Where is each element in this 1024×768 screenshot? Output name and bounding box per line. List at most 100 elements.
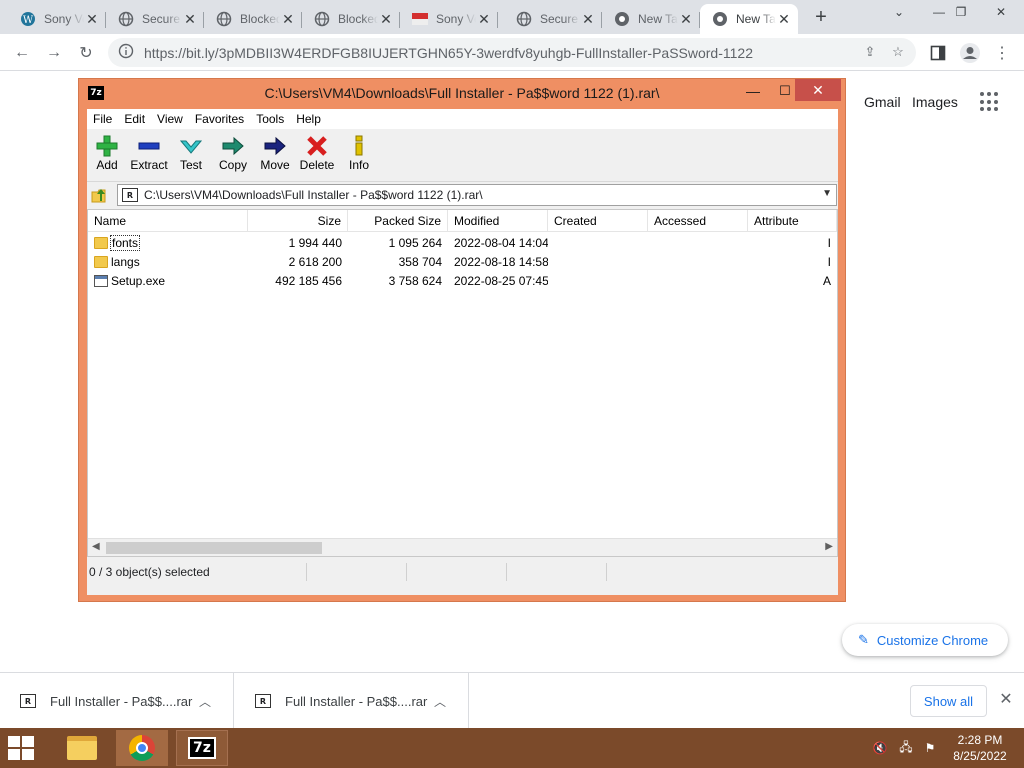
- column-header-modified[interactable]: Modified: [448, 210, 548, 232]
- copy-arrow-icon: [222, 134, 244, 158]
- file-name: langs: [111, 255, 140, 269]
- tab-3[interactable]: Blocked ✕: [204, 4, 302, 34]
- info-circle-icon[interactable]: [118, 43, 134, 62]
- close-icon[interactable]: ✕: [776, 11, 792, 27]
- images-link[interactable]: Images: [912, 94, 958, 110]
- column-header-attributes[interactable]: Attribute: [748, 210, 837, 232]
- close-icon[interactable]: ✕: [678, 11, 694, 27]
- list-item[interactable]: fonts 1 994 440 1 095 264 2022-08-04 14:…: [88, 234, 837, 253]
- scroll-left-icon[interactable]: ◀: [92, 541, 100, 552]
- menu-help[interactable]: Help: [296, 112, 321, 126]
- move-arrow-icon: [264, 134, 286, 158]
- taskbar: 7z 🔇 🖧 ⚑ 2:28 PM 8/25/2022: [0, 728, 1024, 768]
- add-button[interactable]: Add: [85, 134, 129, 178]
- network-icon[interactable]: 🖧: [898, 740, 914, 756]
- column-header-name[interactable]: Name: [88, 210, 248, 232]
- plus-icon: [96, 134, 118, 158]
- close-icon[interactable]: ✕: [378, 11, 394, 27]
- rar-archive-icon: R: [255, 694, 271, 708]
- close-icon[interactable]: ✕: [280, 11, 296, 27]
- google-apps-icon[interactable]: [980, 92, 1000, 112]
- info-button[interactable]: Info: [337, 134, 381, 178]
- download-item[interactable]: R Full Installer - Pa$$....rar ︿: [235, 673, 469, 729]
- scroll-right-icon[interactable]: ▶: [825, 541, 833, 552]
- move-label: Move: [260, 158, 290, 172]
- minimize-icon[interactable]: —: [741, 83, 765, 99]
- tab-2[interactable]: Secure Download ✕: [106, 4, 204, 34]
- close-icon[interactable]: ✕: [476, 11, 492, 27]
- tab-label: Secure Download: [540, 12, 580, 26]
- profile-avatar-icon[interactable]: [956, 39, 984, 67]
- reload-icon[interactable]: ↻: [72, 39, 100, 67]
- close-window-icon[interactable]: ✕: [984, 0, 1018, 24]
- column-header-packed-size[interactable]: Packed Size: [348, 210, 448, 232]
- file-attributes: I: [827, 255, 831, 269]
- side-panel-icon[interactable]: [924, 39, 952, 67]
- close-icon[interactable]: ✕: [996, 689, 1016, 709]
- folder-up-icon[interactable]: [91, 186, 109, 204]
- chrome-taskbar-icon[interactable]: [116, 730, 168, 766]
- show-all-button[interactable]: Show all: [910, 685, 987, 717]
- menu-tools[interactable]: Tools: [256, 112, 284, 126]
- menu-file[interactable]: File: [93, 112, 112, 126]
- menu-edit[interactable]: Edit: [124, 112, 145, 126]
- maximize-icon[interactable]: ☐: [773, 83, 797, 99]
- speaker-muted-icon[interactable]: 🔇: [872, 740, 888, 756]
- close-icon[interactable]: ✕: [795, 79, 841, 101]
- tab-8-active[interactable]: New Tab ✕: [700, 4, 798, 34]
- new-tab-button[interactable]: +: [810, 6, 832, 28]
- tab-label: Blocked: [240, 12, 280, 26]
- back-arrow-icon[interactable]: ←: [8, 39, 36, 67]
- extract-button[interactable]: Extract: [127, 134, 171, 178]
- tab-6[interactable]: Secure Download ✕: [504, 4, 602, 34]
- chevron-down-icon[interactable]: ▼: [822, 188, 832, 199]
- list-item[interactable]: Setup.exe 492 185 456 3 758 624 2022-08-…: [88, 272, 837, 291]
- column-header-created[interactable]: Created: [548, 210, 648, 232]
- download-item[interactable]: R Full Installer - Pa$$....rar ︿: [0, 673, 234, 729]
- chevron-up-icon[interactable]: ︿: [199, 693, 219, 710]
- close-icon[interactable]: ✕: [84, 11, 100, 27]
- 7zip-title-bar[interactable]: 7z C:\Users\VM4\Downloads\Full Installer…: [79, 79, 845, 107]
- tab-5[interactable]: Sony Vegas ✕: [400, 4, 498, 34]
- window-title: C:\Users\VM4\Downloads\Full Installer - …: [264, 85, 660, 101]
- column-header-size[interactable]: Size: [248, 210, 348, 232]
- action-center-flag-icon[interactable]: ⚑: [922, 740, 938, 756]
- 7zip-address-bar: R C:\Users\VM4\Downloads\Full Installer …: [87, 183, 838, 207]
- menu-bar: File Edit View Favorites Tools Help: [87, 109, 838, 129]
- windows-start-icon[interactable]: [8, 736, 38, 760]
- path-combobox[interactable]: R C:\Users\VM4\Downloads\Full Installer …: [117, 184, 837, 206]
- scrollbar-thumb[interactable]: [106, 542, 322, 554]
- tab-1[interactable]: W Sony Vegas Pro ✕: [8, 4, 106, 34]
- file-modified: 2022-08-18 14:58: [454, 255, 548, 269]
- restore-icon[interactable]: ❐: [944, 0, 978, 24]
- copy-button[interactable]: Copy: [211, 134, 255, 178]
- customize-label: Customize Chrome: [876, 632, 989, 648]
- star-icon[interactable]: ☆: [886, 40, 910, 64]
- tab-label: New Tab: [736, 12, 776, 26]
- list-item[interactable]: langs 2 618 200 358 704 2022-08-18 14:58…: [88, 253, 837, 272]
- share-icon[interactable]: ⇪: [858, 40, 882, 64]
- move-button[interactable]: Move: [253, 134, 297, 178]
- close-icon[interactable]: ✕: [182, 11, 198, 27]
- delete-button[interactable]: Delete: [295, 134, 339, 178]
- status-bar: 0 / 3 object(s) selected: [87, 561, 838, 583]
- tab-7[interactable]: New Tab ✕: [602, 4, 700, 34]
- kebab-menu-icon[interactable]: ⋮: [988, 39, 1016, 67]
- column-header-accessed[interactable]: Accessed: [648, 210, 748, 232]
- forward-arrow-icon[interactable]: →: [40, 39, 68, 67]
- file-explorer-taskbar-icon[interactable]: [56, 730, 108, 766]
- system-clock[interactable]: 2:28 PM 8/25/2022: [944, 732, 1016, 764]
- close-icon[interactable]: ✕: [580, 11, 596, 27]
- menu-favorites[interactable]: Favorites: [195, 112, 244, 126]
- 7zip-taskbar-icon[interactable]: 7z: [176, 730, 228, 766]
- horizontal-scrollbar[interactable]: ◀ ▶: [88, 538, 837, 556]
- test-button[interactable]: Test: [169, 134, 213, 178]
- customize-chrome-button[interactable]: ✎ Customize Chrome: [842, 624, 1008, 656]
- menu-view[interactable]: View: [157, 112, 183, 126]
- address-bar[interactable]: https://bit.ly/3pMDBII3W4ERDFGB8IUJERTGH…: [108, 38, 916, 67]
- tab-search-chevron-icon[interactable]: ⌄: [882, 0, 916, 24]
- svg-text:W: W: [23, 15, 34, 26]
- tab-4[interactable]: Blocked ✕: [302, 4, 400, 34]
- chevron-up-icon[interactable]: ︿: [434, 693, 454, 710]
- gmail-link[interactable]: Gmail: [864, 94, 901, 110]
